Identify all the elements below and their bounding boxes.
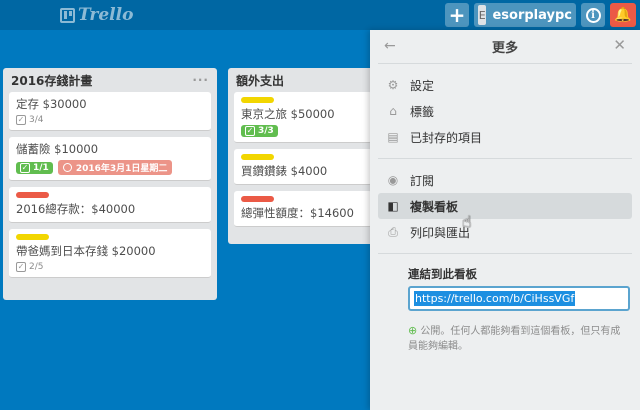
trello-logo[interactable]: Trello [60, 4, 133, 26]
checkbox-icon: ✓ [245, 126, 255, 136]
card[interactable]: 2016總存款：$40000 [9, 187, 211, 223]
board-link-input[interactable]: https://trello.com/b/CiHssVGf [408, 286, 630, 311]
menu-item-print-export[interactable]: ⎙ 列印與匯出 [378, 219, 632, 245]
checklist-badge: ✓ 1/1 [16, 161, 53, 174]
list-menu-icon[interactable]: ··· [192, 73, 209, 87]
menu-item-label: 訂閱 [410, 173, 435, 188]
hand-cursor-icon: ☝ [462, 212, 472, 231]
info-button[interactable]: i [581, 3, 605, 27]
bell-icon: 🔔 [614, 7, 632, 23]
add-button[interactable]: + [445, 3, 469, 27]
card-label-yellow [241, 97, 274, 103]
list-title[interactable]: 額外支出 [236, 72, 284, 89]
card-label-yellow [241, 154, 274, 160]
checklist-badge: ✓ 3/3 [241, 125, 278, 137]
due-date: 2016年3月1日星期二 [75, 164, 168, 174]
list-title[interactable]: 2016存錢計畫 [11, 72, 92, 89]
panel-title: 更多 [491, 41, 518, 56]
print-icon: ⎙ [388, 224, 398, 239]
close-icon[interactable]: ✕ [613, 36, 626, 54]
menu-item-copy-board[interactable]: ◧ 複製看板 [378, 193, 632, 219]
gear-icon: ⚙ [387, 78, 399, 92]
due-date-badge: 2016年3月1日星期二 [57, 160, 173, 175]
menu-item-label: 已封存的項目 [410, 130, 483, 145]
checkbox-icon: ✓ [16, 115, 26, 125]
visibility-note-text: 公開。任何人都能夠看到這個看板，但只有成員能夠編輯。 [408, 326, 621, 352]
board-link-section: 連結到此看板 https://trello.com/b/CiHssVGf ⊕ 公… [378, 254, 632, 354]
checklist-badge: ✓ 2/5 [16, 262, 43, 272]
member-menu-button[interactable]: E esorplaypc [474, 3, 576, 27]
board-menu-panel: ← 更多 ✕ ⚙ 設定 ⌂ 標籤 ▤ 已封存的項目 ◉ 訂閱 ◧ 複製看板 ⎙ … [370, 30, 640, 410]
list-header[interactable]: 2016存錢計畫 ··· [9, 68, 211, 92]
visibility-note: ⊕ 公開。任何人都能夠看到這個看板，但只有成員能夠編輯。 [408, 323, 630, 354]
card-title: 買鑽鑽錶 $4000 [241, 164, 328, 178]
card-title: 定存 $30000 [16, 97, 87, 111]
panel-header: ← 更多 ✕ [378, 30, 632, 64]
logo-text: Trello [78, 5, 134, 25]
list-extra-expenses: 額外支出 東京之旅 $50000 ✓ 3/3 買鑽鑽錶 $4000 總彈性額度：$… [228, 68, 378, 244]
checklist-count: 2/5 [29, 262, 44, 272]
card[interactable]: 定存 $30000 ✓ 3/4 [9, 92, 211, 131]
card-title: 儲蓄險 $10000 [16, 142, 99, 156]
clock-icon [62, 163, 72, 172]
card-title: 總彈性額度：$14600 [241, 206, 354, 220]
card[interactable]: 東京之旅 $50000 ✓ 3/3 [234, 92, 372, 143]
menu-item-label: 列印與匯出 [410, 225, 471, 240]
list-2016-savings: 2016存錢計畫 ··· 定存 $30000 ✓ 3/4 儲蓄險 $10000 ✓… [3, 68, 217, 300]
checklist-badge: ✓ 3/4 [16, 115, 43, 125]
menu-item-label: 設定 [410, 78, 435, 93]
menu-item-settings[interactable]: ⚙ 設定 [378, 72, 632, 98]
card[interactable]: 帶爸媽到日本存錢 $20000 ✓ 2/5 [9, 229, 211, 278]
menu-item-label: 複製看板 [410, 199, 459, 214]
avatar: E [478, 5, 487, 25]
list-header[interactable]: 額外支出 [234, 68, 372, 92]
menu-item-archived[interactable]: ▤ 已封存的項目 [378, 124, 632, 150]
card-label-yellow [16, 234, 49, 240]
top-bar: Trello + E esorplaypc i 🔔 [0, 0, 640, 30]
link-label: 連結到此看板 [408, 267, 477, 281]
archive-icon: ▤ [387, 130, 399, 144]
card-title: 2016總存款：$40000 [16, 202, 136, 216]
checkbox-icon: ✓ [16, 262, 26, 272]
tag-icon: ⌂ [389, 104, 397, 118]
card[interactable]: 儲蓄險 $10000 ✓ 1/1 2016年3月1日星期二 [9, 137, 211, 181]
info-icon: i [585, 7, 601, 23]
eye-icon: ◉ [387, 173, 399, 187]
menu-item-label: 標籤 [410, 104, 435, 119]
menu-item-subscribe[interactable]: ◉ 訂閱 [378, 167, 632, 193]
checklist-count: 3/3 [258, 126, 274, 136]
checkbox-icon: ✓ [20, 162, 30, 173]
back-arrow-icon[interactable]: ← [384, 38, 396, 54]
username: esorplaypc [492, 7, 572, 23]
card-label-red [241, 196, 274, 202]
card-label-red [16, 192, 49, 198]
menu-section: ◉ 訂閱 ◧ 複製看板 ⎙ 列印與匯出 [378, 159, 632, 254]
plus-icon: + [448, 3, 466, 27]
board-link-url: https://trello.com/b/CiHssVGf [414, 291, 576, 306]
card[interactable]: 總彈性額度：$14600 [234, 191, 372, 227]
card-title: 帶爸媽到日本存錢 $20000 [16, 244, 156, 258]
menu-item-labels[interactable]: ⌂ 標籤 [378, 98, 632, 124]
copy-board-icon: ◧ [387, 199, 399, 213]
card[interactable]: 買鑽鑽錶 $4000 [234, 149, 372, 185]
checklist-count: 1/1 [33, 162, 49, 173]
menu-section: ⚙ 設定 ⌂ 標籤 ▤ 已封存的項目 [378, 64, 632, 159]
card-title: 東京之旅 $50000 [241, 107, 335, 121]
notifications-button[interactable]: 🔔 [610, 3, 636, 27]
globe-icon: ⊕ [408, 324, 418, 337]
trello-logo-icon [60, 7, 75, 23]
checklist-count: 3/4 [29, 115, 44, 125]
